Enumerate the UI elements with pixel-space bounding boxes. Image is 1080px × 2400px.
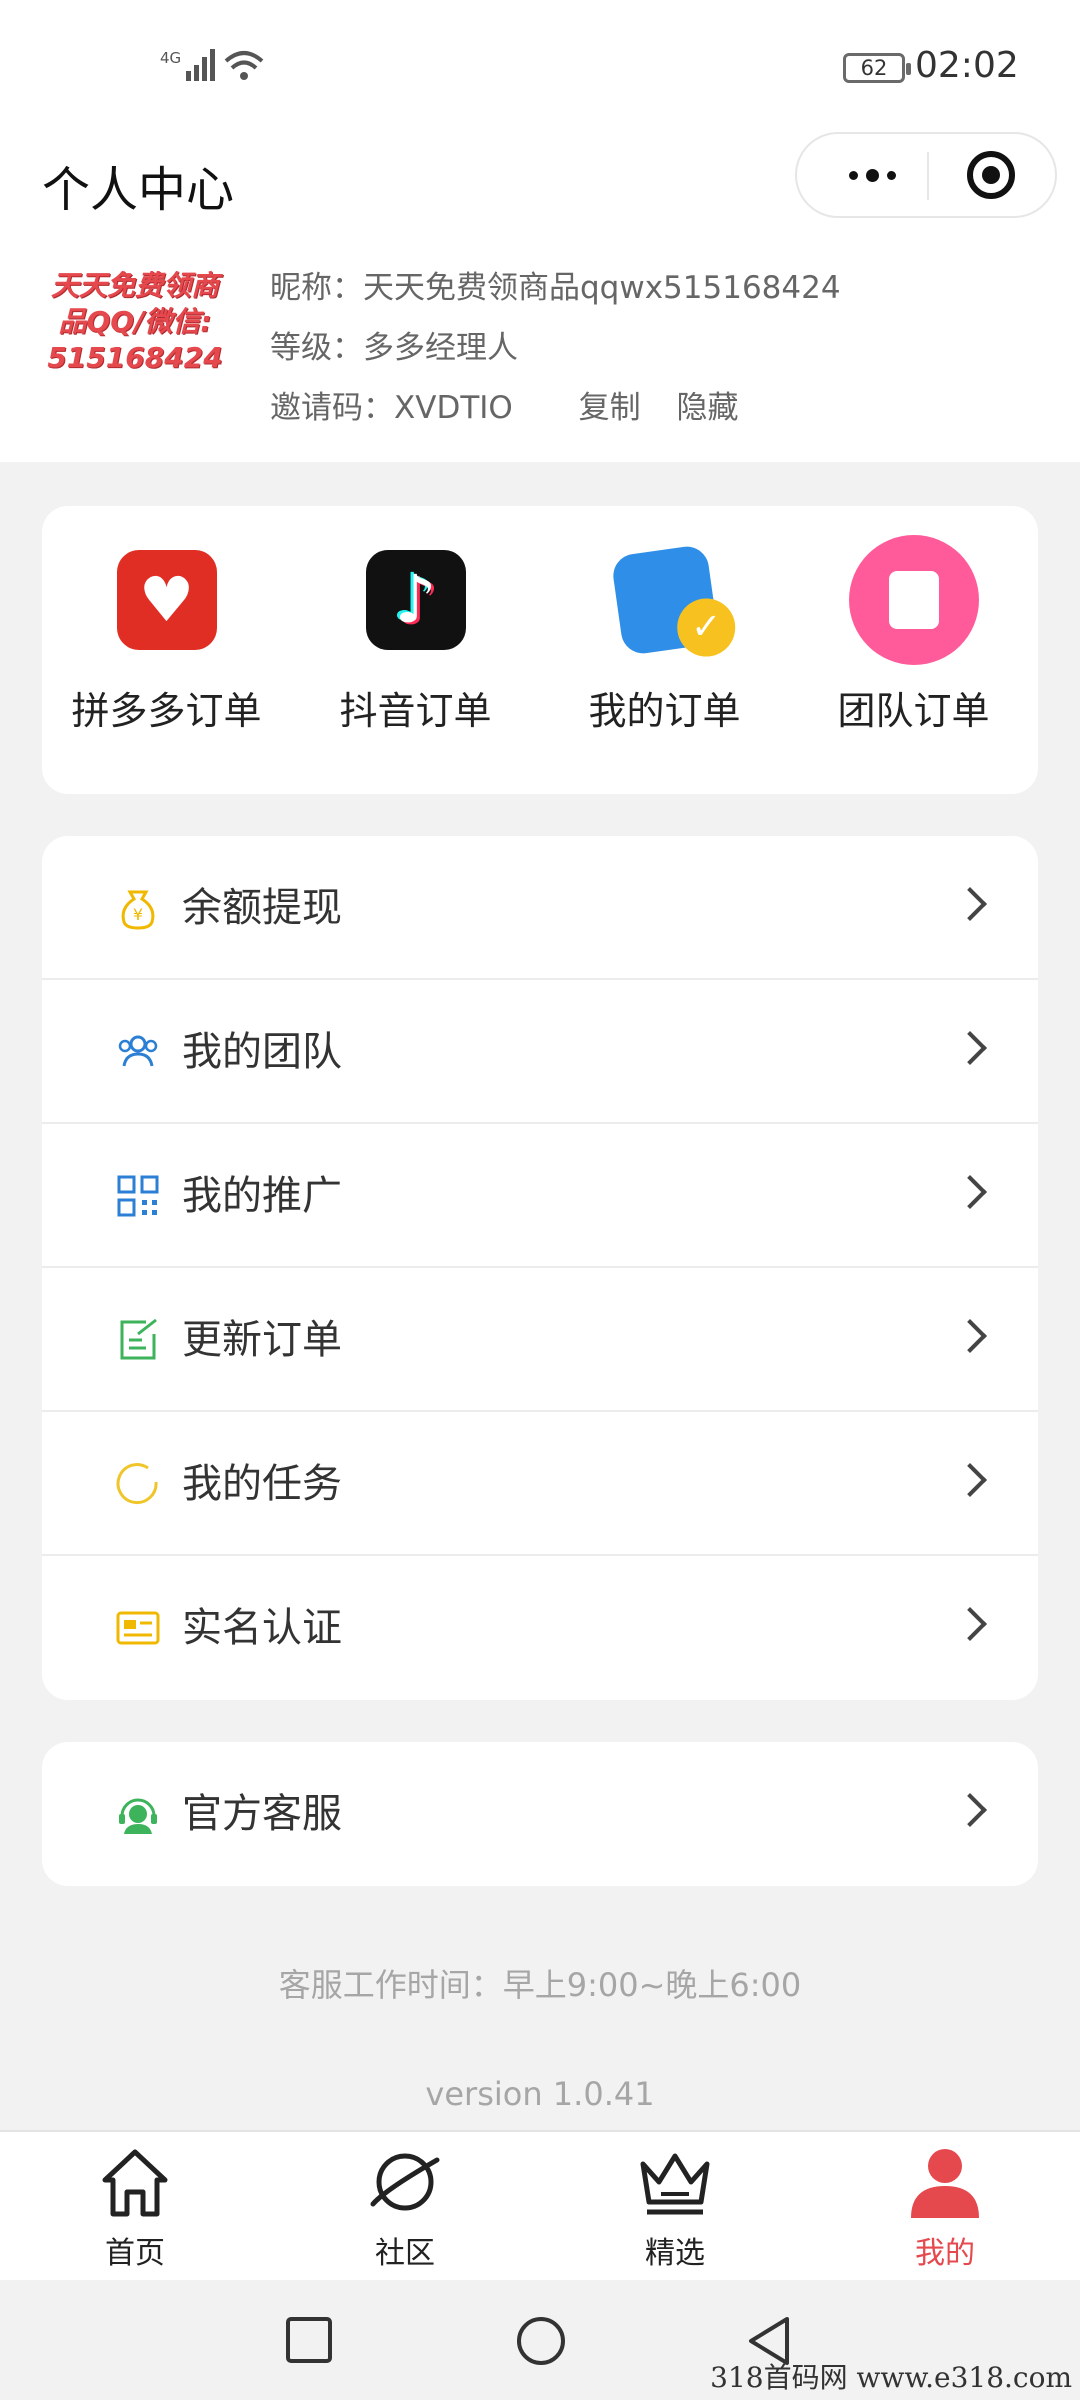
chevron-right-icon — [953, 1319, 987, 1353]
order-label: 团队订单 — [837, 689, 990, 733]
clock: 02:02 — [915, 45, 1019, 86]
menu-item-update-orders[interactable]: 更新订单 — [42, 1268, 1038, 1412]
my-orders-button[interactable]: 我的订单 — [540, 543, 789, 735]
level: 等级：多多经理人 — [270, 330, 518, 366]
avatar-text: 515168424 — [47, 341, 223, 374]
edit-icon — [120, 1318, 157, 1360]
chevron-right-icon — [953, 1793, 987, 1827]
pinduoduo-orders-button[interactable]: 拼多多订单 — [42, 550, 291, 735]
service-card: 官方客服 — [42, 1742, 1038, 1886]
tab-mine[interactable]: 我的 — [810, 2142, 1080, 2272]
qrcode-icon — [117, 1175, 159, 1217]
avatar[interactable]: 天天免费领商 品QQ/微信: 515168424 — [40, 268, 230, 388]
battery-icon: 62 — [843, 53, 911, 83]
watermark: 318首码网 www.e318.com — [710, 2361, 1072, 2394]
service-hours: 客服工作时间：早上9:00~晚上6:00 — [278, 1966, 802, 2004]
tab-label: 精选 — [645, 2236, 705, 2271]
status-bar: 4G 62 02:02 — [0, 0, 1080, 130]
invite-code: 邀请码：XVDTIO — [270, 390, 513, 426]
title-bar: 个人中心 — [0, 130, 1080, 240]
menu-label: 更新订单 — [182, 1317, 342, 1363]
avatar-text: 天天免费领商 — [50, 269, 219, 302]
chevron-right-icon — [953, 887, 987, 921]
orders-card: 拼多多订单 抖音订单 我的订单 团队订单 — [42, 506, 1038, 794]
calendar-check-icon — [610, 543, 719, 657]
menu-card: ¥ 余额提现 我的团队 我的推广 更新订单 我的任务 实名认证 — [42, 836, 1038, 1700]
pinduoduo-icon — [116, 550, 217, 650]
chevron-right-icon — [953, 1175, 987, 1209]
tab-label: 我的 — [915, 2236, 975, 2271]
signal-icon: 4G — [160, 49, 264, 81]
hide-button[interactable]: 隐藏 — [677, 390, 739, 426]
order-label: 拼多多订单 — [71, 689, 262, 733]
tab-label: 社区 — [375, 2236, 435, 2271]
douyin-orders-button[interactable]: 抖音订单 — [291, 550, 540, 735]
nickname: 昵称：天天免费领商品qqwx515168424 — [270, 270, 841, 306]
tab-label: 首页 — [105, 2236, 165, 2271]
home-icon — [102, 2149, 168, 2217]
order-label: 我的订单 — [588, 689, 741, 733]
system-nav-bar: 318首码网 www.e318.com — [0, 2280, 1080, 2400]
tab-community[interactable]: 社区 — [270, 2142, 540, 2272]
dot-icon — [865, 168, 879, 182]
id-card-icon — [116, 1611, 160, 1645]
headset-icon — [119, 1798, 157, 1834]
menu-item-team[interactable]: 我的团队 — [42, 980, 1038, 1124]
planet-icon — [370, 2153, 440, 2211]
version-label: version 1.0.41 — [425, 2075, 655, 2113]
crown-icon — [640, 2153, 710, 2215]
svg-text:¥: ¥ — [133, 905, 143, 924]
menu-item-promotion[interactable]: 我的推广 — [42, 1124, 1038, 1268]
user-icon — [911, 2149, 979, 2218]
tab-featured[interactable]: 精选 — [540, 2142, 810, 2272]
invite-row: 邀请码：XVDTIO 复制 隐藏 — [270, 378, 841, 438]
profile-section: 天天免费领商 品QQ/微信: 515168424 昵称：天天免费领商品qqwx5… — [0, 240, 1080, 462]
home-button[interactable] — [515, 2315, 567, 2367]
menu-label: 我的推广 — [182, 1173, 342, 1219]
menu-item-tasks[interactable]: 我的任务 — [42, 1412, 1038, 1556]
circle-icon — [116, 1463, 158, 1505]
menu-item-verification[interactable]: 实名认证 — [42, 1556, 1038, 1700]
copy-button[interactable]: 复制 — [579, 390, 641, 426]
dot-icon — [848, 170, 858, 180]
network-label: 4G — [160, 49, 181, 67]
miniprogram-capsule — [795, 132, 1057, 218]
recent-apps-button[interactable] — [284, 2315, 334, 2365]
dot-icon — [886, 170, 896, 180]
chevron-right-icon — [953, 1031, 987, 1065]
page-title: 个人中心 — [42, 162, 235, 218]
menu-label: 余额提现 — [182, 885, 342, 931]
tab-home[interactable]: 首页 — [0, 2142, 270, 2272]
more-button[interactable] — [827, 134, 917, 216]
close-miniprogram-button[interactable] — [967, 151, 1015, 199]
money-bag-icon: ¥ — [121, 890, 155, 930]
douyin-icon — [365, 550, 466, 650]
menu-item-withdraw[interactable]: ¥ 余额提现 — [42, 836, 1038, 980]
menu-label: 我的团队 — [182, 1029, 342, 1075]
chevron-right-icon — [953, 1607, 987, 1641]
team-orders-button[interactable]: 团队订单 — [789, 535, 1038, 735]
capsule-divider — [927, 152, 929, 200]
document-icon — [848, 535, 979, 665]
avatar-text: 品QQ/微信: — [58, 305, 212, 338]
team-icon — [118, 1035, 158, 1067]
order-label: 抖音订单 — [339, 689, 492, 733]
menu-label: 实名认证 — [182, 1605, 342, 1651]
menu-item-customer-service[interactable]: 官方客服 — [42, 1742, 1038, 1886]
profile-info: 昵称：天天免费领商品qqwx515168424 等级：多多经理人 邀请码：XVD… — [270, 258, 841, 438]
menu-label: 我的任务 — [182, 1461, 342, 1507]
tab-bar: 首页 社区 精选 我的 — [0, 2130, 1080, 2280]
menu-label: 官方客服 — [182, 1791, 342, 1837]
chevron-right-icon — [953, 1463, 987, 1497]
